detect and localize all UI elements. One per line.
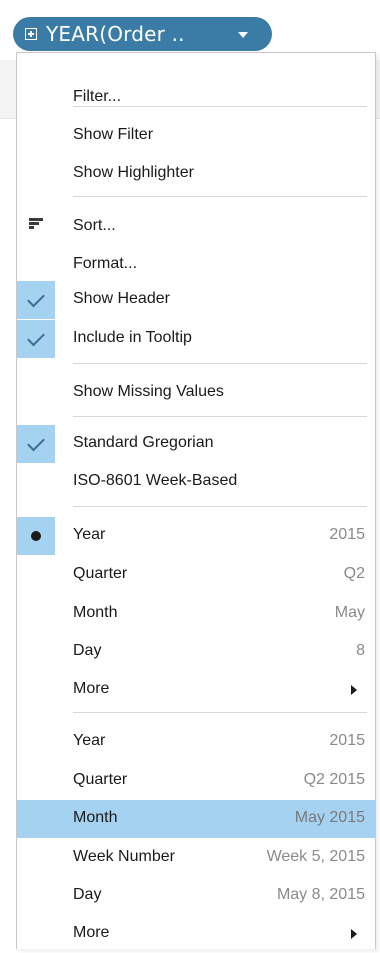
menu-item-label: Quarter [73, 565, 128, 582]
menu-item-more-discrete[interactable]: More [17, 671, 375, 709]
field-pill[interactable]: YEAR(Order .. [13, 17, 272, 51]
menu-item-format[interactable]: Format... [17, 246, 375, 284]
menu-item-include-in-tooltip[interactable]: Include in Tooltip [17, 320, 375, 358]
menu-item-label: Year [73, 732, 106, 749]
sort-icon [29, 218, 43, 230]
menu-separator [73, 712, 367, 713]
menu-item-label: Month [73, 809, 118, 826]
menu-item-month-continuous[interactable]: Month May 2015 [17, 800, 375, 838]
menu-item-filter[interactable]: Filter... [17, 79, 375, 117]
menu-item-label: Show Header [73, 290, 170, 307]
menu-item-sort[interactable]: Sort... [17, 208, 375, 246]
menu-item-label: Filter... [73, 88, 122, 105]
menu-separator [73, 106, 367, 107]
menu-item-label: Show Filter [73, 126, 154, 143]
menu-item-label: Day [73, 642, 102, 659]
radio-gutter [17, 517, 55, 555]
menu-item-label: Show Highlighter [73, 164, 194, 181]
menu-item-value: May 8, 2015 [276, 886, 365, 903]
menu-separator [73, 196, 367, 197]
menu-item-value: Week 5, 2015 [266, 848, 365, 865]
menu-separator [73, 416, 367, 417]
context-menu: Filter... Show Filter Show Highlighter S… [16, 52, 376, 949]
menu-item-more-continuous[interactable]: More [17, 915, 375, 953]
checkmark-gutter [17, 425, 55, 463]
plus-box-icon[interactable] [25, 28, 37, 40]
menu-item-label: Quarter [73, 771, 128, 788]
menu-item-value: 8 [356, 642, 365, 659]
menu-item-value: Q2 [343, 565, 365, 582]
menu-item-show-filter[interactable]: Show Filter [17, 117, 375, 155]
menu-item-label: Month [73, 604, 118, 621]
menu-item-iso-week-based[interactable]: ISO-8601 Week-Based [17, 463, 375, 501]
menu-item-label: Week Number [73, 848, 175, 865]
menu-item-label: ISO-8601 Week-Based [73, 472, 238, 489]
menu-item-show-highlighter[interactable]: Show Highlighter [17, 155, 375, 193]
menu-separator [73, 506, 367, 507]
menu-item-value: Q2 2015 [303, 771, 365, 788]
submenu-arrow-icon [351, 685, 357, 695]
checkmark-icon [27, 328, 45, 346]
menu-item-week-number[interactable]: Week Number Week 5, 2015 [17, 839, 375, 877]
menu-item-show-missing-values[interactable]: Show Missing Values [17, 374, 375, 412]
checkmark-icon [27, 289, 45, 307]
menu-item-label: Standard Gregorian [73, 434, 214, 451]
menu-item-value: 2015 [329, 732, 365, 749]
submenu-arrow-icon [351, 929, 357, 939]
menu-item-value: May [334, 604, 365, 621]
menu-item-day-discrete[interactable]: Day 8 [17, 633, 375, 671]
sort-gutter [17, 208, 55, 246]
menu-item-value: 2015 [329, 526, 365, 543]
menu-item-month-discrete[interactable]: Month May [17, 595, 375, 633]
checkmark-gutter [17, 320, 55, 358]
menu-item-quarter-discrete[interactable]: Quarter Q2 [17, 556, 375, 594]
menu-item-quarter-continuous[interactable]: Quarter Q2 2015 [17, 762, 375, 800]
menu-item-show-header[interactable]: Show Header [17, 281, 375, 319]
radio-dot-icon [31, 531, 41, 541]
menu-separator [73, 363, 367, 364]
menu-item-day-continuous[interactable]: Day May 8, 2015 [17, 877, 375, 915]
menu-item-label: Day [73, 886, 102, 903]
menu-item-label: Show Missing Values [73, 383, 224, 400]
menu-item-label: More [73, 680, 110, 697]
checkmark-icon [27, 433, 45, 451]
menu-item-label: Sort... [73, 217, 116, 234]
field-pill-label: YEAR(Order .. [46, 22, 185, 46]
menu-item-label: More [73, 924, 110, 941]
menu-item-label: Format... [73, 255, 138, 272]
caret-down-icon[interactable] [238, 32, 248, 38]
menu-item-label: Year [73, 526, 106, 543]
menu-item-year-continuous[interactable]: Year 2015 [17, 723, 375, 761]
menu-item-standard-gregorian[interactable]: Standard Gregorian [17, 425, 375, 463]
menu-item-value: May 2015 [294, 809, 365, 826]
menu-item-year-discrete[interactable]: Year 2015 [17, 517, 375, 555]
menu-item-label: Include in Tooltip [73, 329, 192, 346]
checkmark-gutter [17, 281, 55, 319]
